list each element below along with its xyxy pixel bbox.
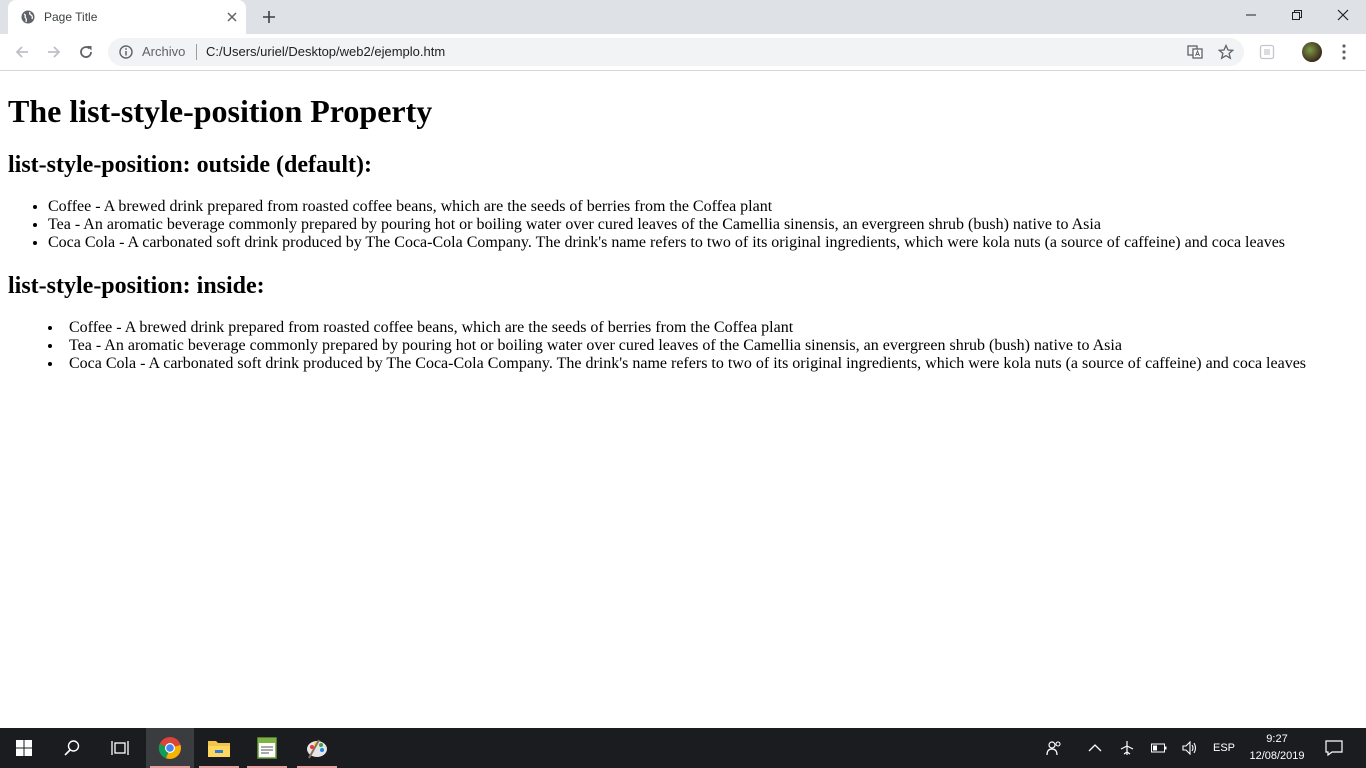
address-divider — [196, 44, 197, 60]
folder-icon — [208, 741, 230, 757]
taskbar-file-explorer[interactable] — [195, 728, 243, 768]
reload-button[interactable] — [74, 40, 98, 64]
search-button[interactable] — [48, 728, 96, 768]
airplane-icon — [1120, 741, 1134, 755]
taskbar: ESP 9:27 12/08/2019 — [0, 728, 1366, 768]
restore-button[interactable] — [1274, 0, 1320, 30]
list-item: Coca Cola - A carbonated soft drink prod… — [48, 234, 1285, 252]
back-button[interactable] — [10, 40, 34, 64]
more-menu-icon[interactable] — [1336, 43, 1352, 61]
tab-title: Page Title — [44, 10, 98, 24]
bookmark-star-icon[interactable] — [1218, 44, 1234, 60]
clock-date: 12/08/2019 — [1249, 750, 1305, 762]
list-item: Tea - An aromatic beverage commonly prep… — [48, 216, 1285, 234]
list-item: Coca Cola - A carbonated soft drink prod… — [48, 355, 1306, 373]
notepad-icon — [257, 737, 277, 759]
show-hidden-icons-button[interactable] — [1084, 728, 1106, 768]
chevron-up-icon — [1088, 744, 1102, 752]
volume-button[interactable] — [1179, 728, 1201, 768]
list-outside: Coffee - A brewed drink prepared from ro… — [8, 198, 1285, 252]
page-heading: The list-style-position Property — [8, 93, 433, 129]
list-item: Coffee - A brewed drink prepared from ro… — [48, 319, 1306, 337]
volume-icon — [1182, 741, 1197, 755]
battery-button[interactable] — [1148, 728, 1170, 768]
extension-icon[interactable] — [1259, 44, 1275, 60]
minimize-icon — [1246, 14, 1256, 16]
restore-icon — [1292, 10, 1302, 20]
url-text[interactable]: C:/Users/uriel/Desktop/web2/ejemplo.htm — [206, 44, 445, 59]
start-button[interactable] — [0, 728, 48, 768]
people-button[interactable] — [1042, 728, 1066, 768]
taskbar-paint[interactable] — [293, 728, 341, 768]
browser-tab[interactable]: Page Title — [8, 0, 246, 34]
globe-icon — [21, 10, 35, 24]
forward-button[interactable] — [42, 40, 66, 64]
browser-toolbar: Archivo C:/Users/uriel/Desktop/web2/ejem… — [0, 34, 1366, 71]
battery-icon — [1151, 743, 1167, 753]
arrow-left-icon — [15, 46, 28, 58]
paint-palette-icon — [307, 739, 327, 759]
people-icon — [1046, 741, 1061, 756]
page-viewport: The list-style-position Property list-st… — [0, 71, 1366, 728]
action-center-button[interactable] — [1320, 728, 1348, 768]
scheme-label: Archivo — [142, 44, 186, 59]
list-item: Tea - An aromatic beverage commonly prep… — [48, 337, 1306, 355]
section-title-inside: list-style-position: inside: — [8, 273, 265, 299]
notification-icon — [1325, 740, 1343, 756]
close-icon — [1337, 9, 1349, 21]
clock[interactable]: 9:27 12/08/2019 — [1236, 731, 1318, 765]
chrome-icon — [158, 737, 181, 759]
minimize-button[interactable] — [1228, 0, 1274, 30]
task-view-button[interactable] — [96, 728, 144, 768]
windows-logo-icon — [16, 740, 32, 756]
new-tab-icon[interactable] — [261, 9, 277, 25]
reload-icon — [80, 46, 92, 58]
close-window-button[interactable] — [1320, 0, 1366, 30]
list-inside: Coffee - A brewed drink prepared from ro… — [8, 319, 1306, 373]
list-item: Coffee - A brewed drink prepared from ro… — [48, 198, 1285, 216]
taskbar-notepad[interactable] — [243, 728, 291, 768]
clock-time: 9:27 — [1266, 733, 1288, 745]
arrow-right-icon — [48, 46, 61, 58]
address-bar[interactable]: Archivo C:/Users/uriel/Desktop/web2/ejem… — [108, 38, 1244, 66]
search-icon — [64, 740, 80, 756]
airplane-mode-button[interactable] — [1116, 728, 1138, 768]
info-icon[interactable] — [119, 45, 133, 59]
task-view-icon — [111, 741, 129, 755]
profile-avatar[interactable] — [1302, 42, 1322, 62]
close-tab-icon[interactable] — [225, 10, 239, 24]
section-title-outside: list-style-position: outside (default): — [8, 152, 372, 178]
taskbar-chrome[interactable] — [146, 728, 194, 768]
tab-strip: Page Title — [0, 0, 1366, 34]
translate-icon[interactable] — [1187, 44, 1203, 60]
